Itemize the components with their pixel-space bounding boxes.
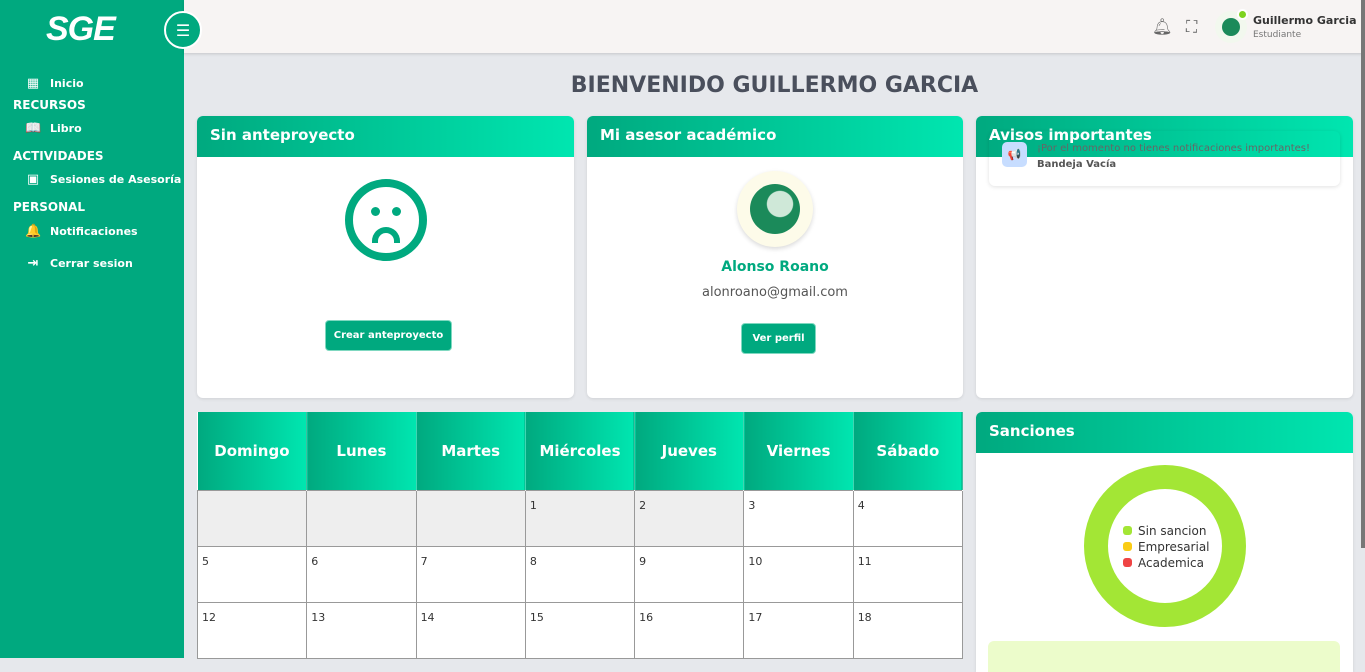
legend-label: Academica: [1138, 556, 1204, 570]
calendar-day-cell[interactable]: 9: [634, 545, 745, 603]
section-actividades: ACTIVIDADES: [13, 149, 104, 163]
label: Cerrar sesion: [50, 257, 133, 270]
label: Libro: [50, 122, 82, 135]
card-title: Mi asesor académico: [587, 116, 963, 157]
calendar-day-cell[interactable]: 1: [524, 489, 636, 547]
card-title: Sin anteproyecto: [197, 116, 574, 157]
legend-item[interactable]: Academica: [1123, 555, 1210, 571]
label: Notificaciones: [50, 225, 138, 238]
calendar-week: 5 6 7 8 9 10 11: [196, 545, 964, 603]
calendar-day-cell[interactable]: 7: [415, 545, 526, 603]
calendar-day-cell[interactable]: 16: [634, 601, 745, 659]
calendar-day-header: Domingo: [197, 412, 308, 490]
bell-icon: 🔔: [25, 224, 42, 239]
sidebar-item-notificaciones[interactable]: 🔔 Notificaciones: [25, 224, 138, 239]
calendar-day-header: Sábado: [853, 412, 964, 490]
book-icon: 📖: [25, 121, 42, 136]
calendar-day-cell[interactable]: [306, 489, 417, 547]
sanciones-card: Sanciones Sin sancion Empresarial Academic…: [976, 412, 1353, 672]
asesor-card: Mi asesor académico Alonso Roano alonroa…: [587, 116, 963, 398]
sidebar-item-libro[interactable]: 📖 Libro: [25, 121, 82, 136]
avisos-card: Avisos importantes 📢 ¡Por el momento no …: [976, 116, 1353, 398]
dashboard-icon: ▦: [26, 76, 40, 91]
bell-icon[interactable]: 🔔︎: [1152, 17, 1172, 36]
logout-icon: ⇥: [27, 256, 39, 271]
calendar-day-header: Lunes: [306, 412, 417, 490]
calendar-day-cell[interactable]: 4: [852, 489, 964, 547]
sidebar-item-inicio[interactable]: ▦ Inicio: [25, 76, 84, 91]
sidebar-item-cerrar-sesion[interactable]: ⇥ Cerrar sesion: [25, 256, 133, 271]
megaphone-icon: 📢: [1002, 142, 1027, 167]
notification-message: ¡Por el momento no tienes notificaciones…: [1037, 143, 1311, 154]
calendar-day-cell[interactable]: 8: [524, 545, 636, 603]
calendar-day-header: Jueves: [634, 412, 745, 490]
legend-item[interactable]: Empresarial: [1123, 539, 1210, 555]
sad-face-icon: [345, 179, 427, 261]
calendar-week: 12 13 14 15 16 17 18: [196, 601, 964, 659]
page-title: BIENVENIDO GUILLERMO GARCIA: [570, 73, 979, 98]
calendar-day-cell[interactable]: 14: [415, 601, 526, 659]
label: Inicio: [50, 77, 84, 90]
menu-toggle-button[interactable]: ☰: [164, 11, 202, 49]
legend-swatch: [1123, 542, 1132, 551]
chart-legend: Sin sancion Empresarial Academica: [1123, 523, 1210, 571]
calendar-day-header: Miércoles: [525, 412, 636, 490]
calendar-day-cell[interactable]: 3: [743, 489, 854, 547]
legend-label: Empresarial: [1138, 540, 1210, 554]
notification-status: Bandeja Vacía: [1037, 159, 1117, 170]
calendar-day-cell[interactable]: 12: [196, 601, 308, 659]
section-personal: PERSONAL: [13, 200, 86, 214]
calendar-day-cell[interactable]: 17: [743, 601, 854, 659]
logo: SGE: [46, 10, 116, 48]
legend-swatch: [1123, 558, 1132, 567]
sidebar: SGE RECURSOS ACTIVIDADES PERSONAL ▦ Inici…: [0, 0, 184, 658]
calendar-icon: ▣: [26, 172, 40, 187]
notification-item: 📢 ¡Por el momento no tienes notificacion…: [989, 131, 1340, 186]
calendar-day-cell[interactable]: 2: [634, 489, 745, 547]
user-name: Guillermo Garcia: [1253, 14, 1357, 27]
calendar-day-cell[interactable]: 6: [306, 545, 417, 603]
advisor-email: alonroano@gmail.com: [702, 285, 848, 300]
advisor-avatar: [737, 171, 813, 247]
online-status-dot: [1237, 9, 1248, 20]
calendar-day-cell[interactable]: [415, 489, 526, 547]
calendar: Domingo Lunes Martes Miércoles Jueves Viernes…: [196, 412, 964, 659]
top-header: 🔔︎ ⛶ Guillermo Garcia Estudiante: [184, 0, 1365, 53]
ver-perfil-button[interactable]: Ver perfil: [741, 323, 816, 354]
calendar-day-cell[interactable]: 13: [306, 601, 417, 659]
sidebar-item-sesiones[interactable]: ▣ Sesiones de Asesoría: [25, 172, 182, 187]
sanction-status-box: [988, 641, 1340, 672]
calendar-day-cell[interactable]: 15: [524, 601, 636, 659]
calendar-week: 1234: [196, 489, 964, 547]
calendar-day-header: Viernes: [743, 412, 854, 490]
card-title: Sanciones: [976, 412, 1353, 453]
legend-item[interactable]: Sin sancion: [1123, 523, 1210, 539]
legend-label: Sin sancion: [1138, 524, 1207, 538]
calendar-day-header: Martes: [416, 412, 526, 490]
calendar-day-cell[interactable]: 18: [852, 601, 964, 659]
calendar-day-cell[interactable]: 10: [743, 545, 854, 603]
user-role: Estudiante: [1253, 30, 1302, 40]
label: Sesiones de Asesoría: [50, 173, 182, 186]
fullscreen-icon[interactable]: ⛶: [1186, 17, 1197, 37]
section-recursos: RECURSOS: [13, 98, 86, 112]
hamburger-icon: ☰: [175, 20, 191, 40]
calendar-day-cell[interactable]: 11: [852, 545, 964, 603]
calendar-day-cell[interactable]: [196, 489, 308, 547]
legend-swatch: [1123, 526, 1132, 535]
advisor-name: Alonso Roano: [721, 259, 829, 275]
calendar-day-cell[interactable]: 5: [196, 545, 308, 603]
crear-anteproyecto-button[interactable]: Crear anteproyecto: [325, 320, 452, 351]
anteproyecto-card: Sin anteproyecto Crear anteproyecto: [197, 116, 574, 398]
